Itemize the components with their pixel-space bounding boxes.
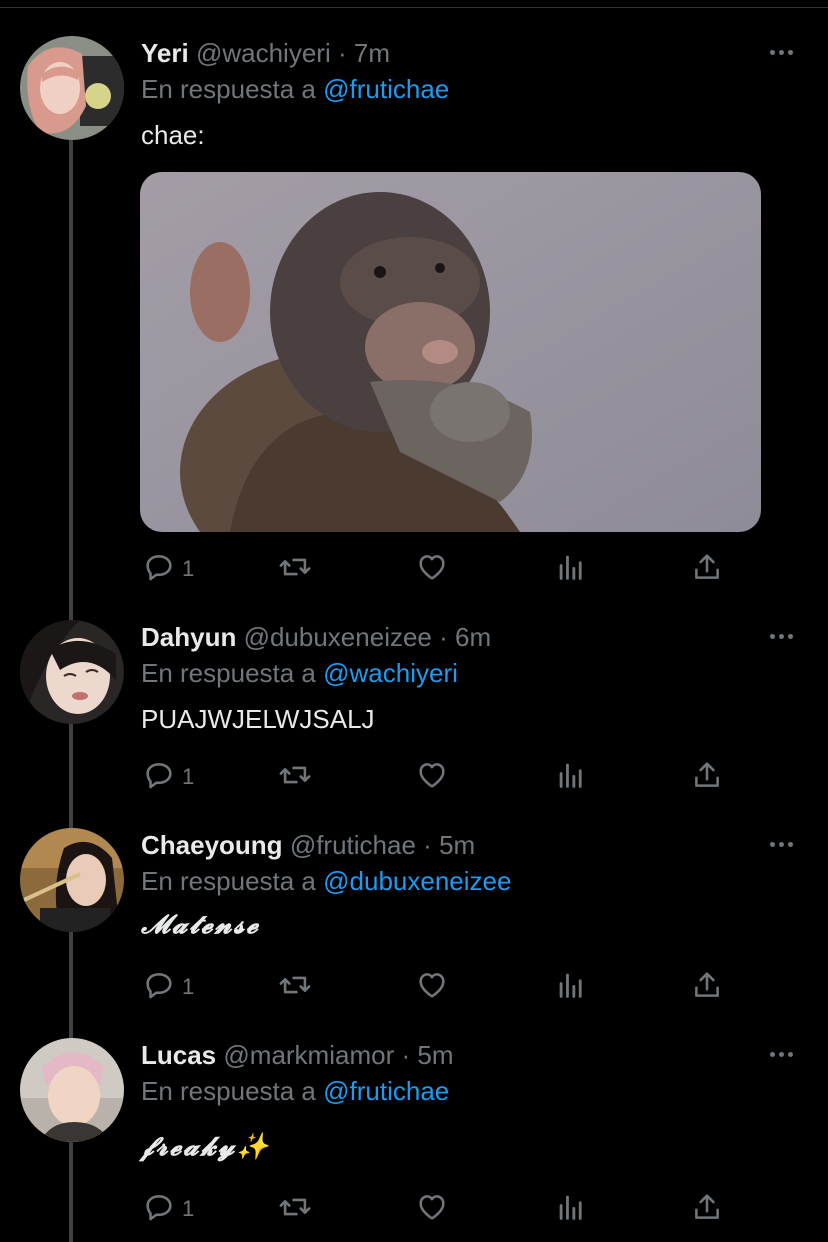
retweet-icon [279,558,311,576]
timestamp[interactable]: 5m [439,830,475,860]
reply-prefix: En respuesta a [141,658,316,688]
analytics-icon [559,555,582,580]
analytics-icon [559,973,582,998]
tweet-text: chae: [141,120,205,150]
display-name[interactable]: Chaeyoung [141,830,283,860]
like-button[interactable] [415,550,449,590]
reply-context: En respuesta a @wachiyeri [141,656,458,690]
tweet-text: 𝓯𝓻𝓮𝓪𝓴𝔂✨ [141,1132,271,1162]
user-handle[interactable]: @wachiyeri [196,38,331,68]
avatar[interactable] [20,620,124,724]
reply-icon [146,555,172,581]
more-options-icon[interactable] [770,834,798,854]
tweet-actions: 1 [0,758,828,798]
analytics-icon [559,1195,582,1220]
reply-count: 1 [182,1196,195,1221]
tweet-header: Dahyun @dubuxeneizee · 6m [141,620,491,654]
reply-icon [146,763,172,789]
tweet-actions: 1 [0,550,828,590]
reply-button[interactable]: 1 [142,1190,194,1230]
tweet-header: Yeri @wachiyeri · 7m [141,36,390,70]
reply-prefix: En respuesta a [141,1076,316,1106]
reply-count: 1 [182,764,195,789]
share-icon [695,554,719,579]
tweet-header: Chaeyoung @frutichae · 5m [141,828,475,862]
display-name[interactable]: Lucas [141,1040,216,1070]
reply-count: 1 [182,556,195,581]
user-handle[interactable]: @frutichae [290,830,416,860]
more-options-icon[interactable] [770,626,798,646]
avatar[interactable] [20,36,124,140]
reply-mention-link[interactable]: @dubuxeneizee [323,866,511,896]
retweet-icon [279,1198,311,1216]
like-button[interactable] [415,1190,449,1230]
display-name[interactable]: Yeri [141,38,189,68]
user-handle[interactable]: @dubuxeneizee [244,622,432,652]
reply-prefix: En respuesta a [141,866,316,896]
retweet-icon [279,766,311,784]
heart-icon [419,555,445,580]
separator-dot: · [423,830,432,860]
display-name[interactable]: Dahyun [141,622,236,652]
baby-baboon-photo[interactable] [140,172,761,532]
reply-button[interactable]: 1 [142,550,194,590]
reply-context: En respuesta a @frutichae [141,1074,449,1108]
heart-icon [419,973,445,998]
heart-icon [419,1195,445,1220]
timestamp[interactable]: 5m [417,1040,453,1070]
top-divider [0,7,828,8]
views-button[interactable] [554,550,588,590]
share-button[interactable] [690,968,724,1008]
reply-mention-link[interactable]: @frutichae [323,74,449,104]
share-button[interactable] [690,1190,724,1230]
like-button[interactable] [415,758,449,798]
reply-count: 1 [182,974,195,999]
tweet-text: PUAJWJELWJSALJ [141,704,375,734]
heart-icon [419,763,445,788]
views-button[interactable] [554,758,588,798]
retweet-button[interactable] [277,1190,313,1230]
reply-mention-link[interactable]: @frutichae [323,1076,449,1106]
tweet-header: Lucas @markmiamor · 5m [141,1038,454,1072]
share-icon [695,762,719,787]
separator-dot: · [439,622,448,652]
retweet-button[interactable] [277,550,313,590]
reply-button[interactable]: 1 [142,968,194,1008]
reply-context: En respuesta a @dubuxeneizee [141,864,511,898]
tweet-text: 𝓜𝓪𝓽𝓮𝓷𝓼𝓮 [141,910,260,940]
user-handle[interactable]: @markmiamor [223,1040,394,1070]
reply-button[interactable]: 1 [142,758,194,798]
more-options-icon[interactable] [770,42,798,62]
separator-dot: · [337,38,347,68]
reply-context: En respuesta a @frutichae [141,72,449,106]
reply-mention-link[interactable]: @wachiyeri [323,658,458,688]
tweet-actions: 1 [0,1190,828,1230]
share-button[interactable] [690,550,724,590]
analytics-icon [559,763,582,788]
retweet-button[interactable] [277,758,313,798]
share-icon [695,972,719,997]
views-button[interactable] [554,968,588,1008]
reply-icon [146,973,172,999]
retweet-icon [279,976,311,994]
share-button[interactable] [690,758,724,798]
timestamp[interactable]: 6m [455,622,491,652]
views-button[interactable] [554,1190,588,1230]
retweet-button[interactable] [277,968,313,1008]
share-icon [695,1194,719,1219]
avatar[interactable] [20,828,124,932]
more-options-icon[interactable] [770,1044,798,1064]
reply-icon [146,1195,172,1221]
reply-prefix: En respuesta a [141,74,316,104]
separator-dot: · [401,1040,411,1070]
avatar[interactable] [20,1038,124,1142]
tweet-actions: 1 [0,968,828,1008]
like-button[interactable] [415,968,449,1008]
timestamp[interactable]: 7m [354,38,390,68]
